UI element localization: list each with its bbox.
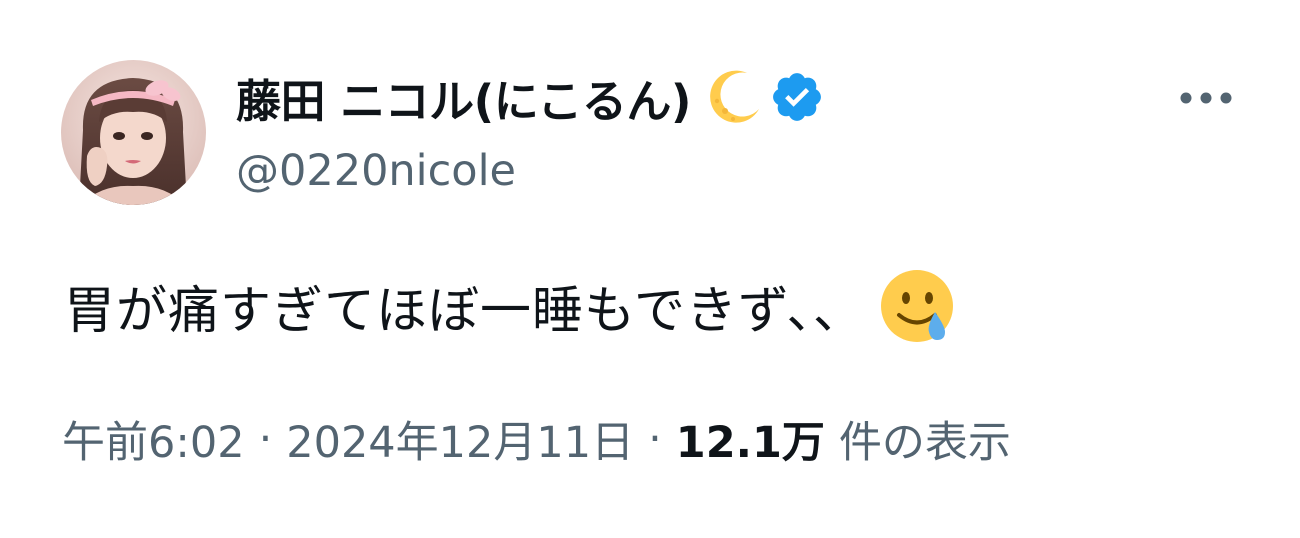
- author-handle[interactable]: @0220nicole: [236, 146, 516, 196]
- tweet-time[interactable]: 午前6:02: [62, 408, 245, 470]
- face-holding-back-tears-icon: [879, 268, 955, 344]
- avatar[interactable]: [61, 60, 206, 205]
- tweet-date[interactable]: 2024年12月11日: [286, 408, 634, 470]
- display-name[interactable]: 藤田 ニコル(にこるん): [236, 65, 691, 130]
- meta-separator: ·: [258, 414, 273, 464]
- views-label: 件の表示: [838, 418, 1011, 468]
- tweet-text: 胃が痛すぎてほぼ一睡もできず、、: [64, 282, 865, 341]
- crescent-moon-icon: [701, 65, 765, 129]
- tweet-meta: 午前6:02 · 2024年12月11日 · 12.1万 件の表示: [62, 408, 1011, 470]
- verified-badge-icon[interactable]: [769, 69, 825, 125]
- more-options-button[interactable]: [1172, 72, 1240, 124]
- avatar-image: [61, 60, 206, 205]
- tweet-card: 藤田 ニコル(にこるん) @0220nicole 胃が痛すぎてほぼ一睡もできず、…: [0, 0, 1300, 538]
- more-horizontal-icon: [1180, 92, 1232, 104]
- author-name-row: 藤田 ニコル(にこるん): [236, 66, 825, 128]
- views-link[interactable]: 12.1万 件の表示: [676, 408, 1011, 470]
- meta-separator: ·: [648, 414, 662, 464]
- views-count: 12.1万: [675, 418, 825, 468]
- tweet-body: 胃が痛すぎてほぼ一睡もできず、、: [64, 266, 955, 346]
